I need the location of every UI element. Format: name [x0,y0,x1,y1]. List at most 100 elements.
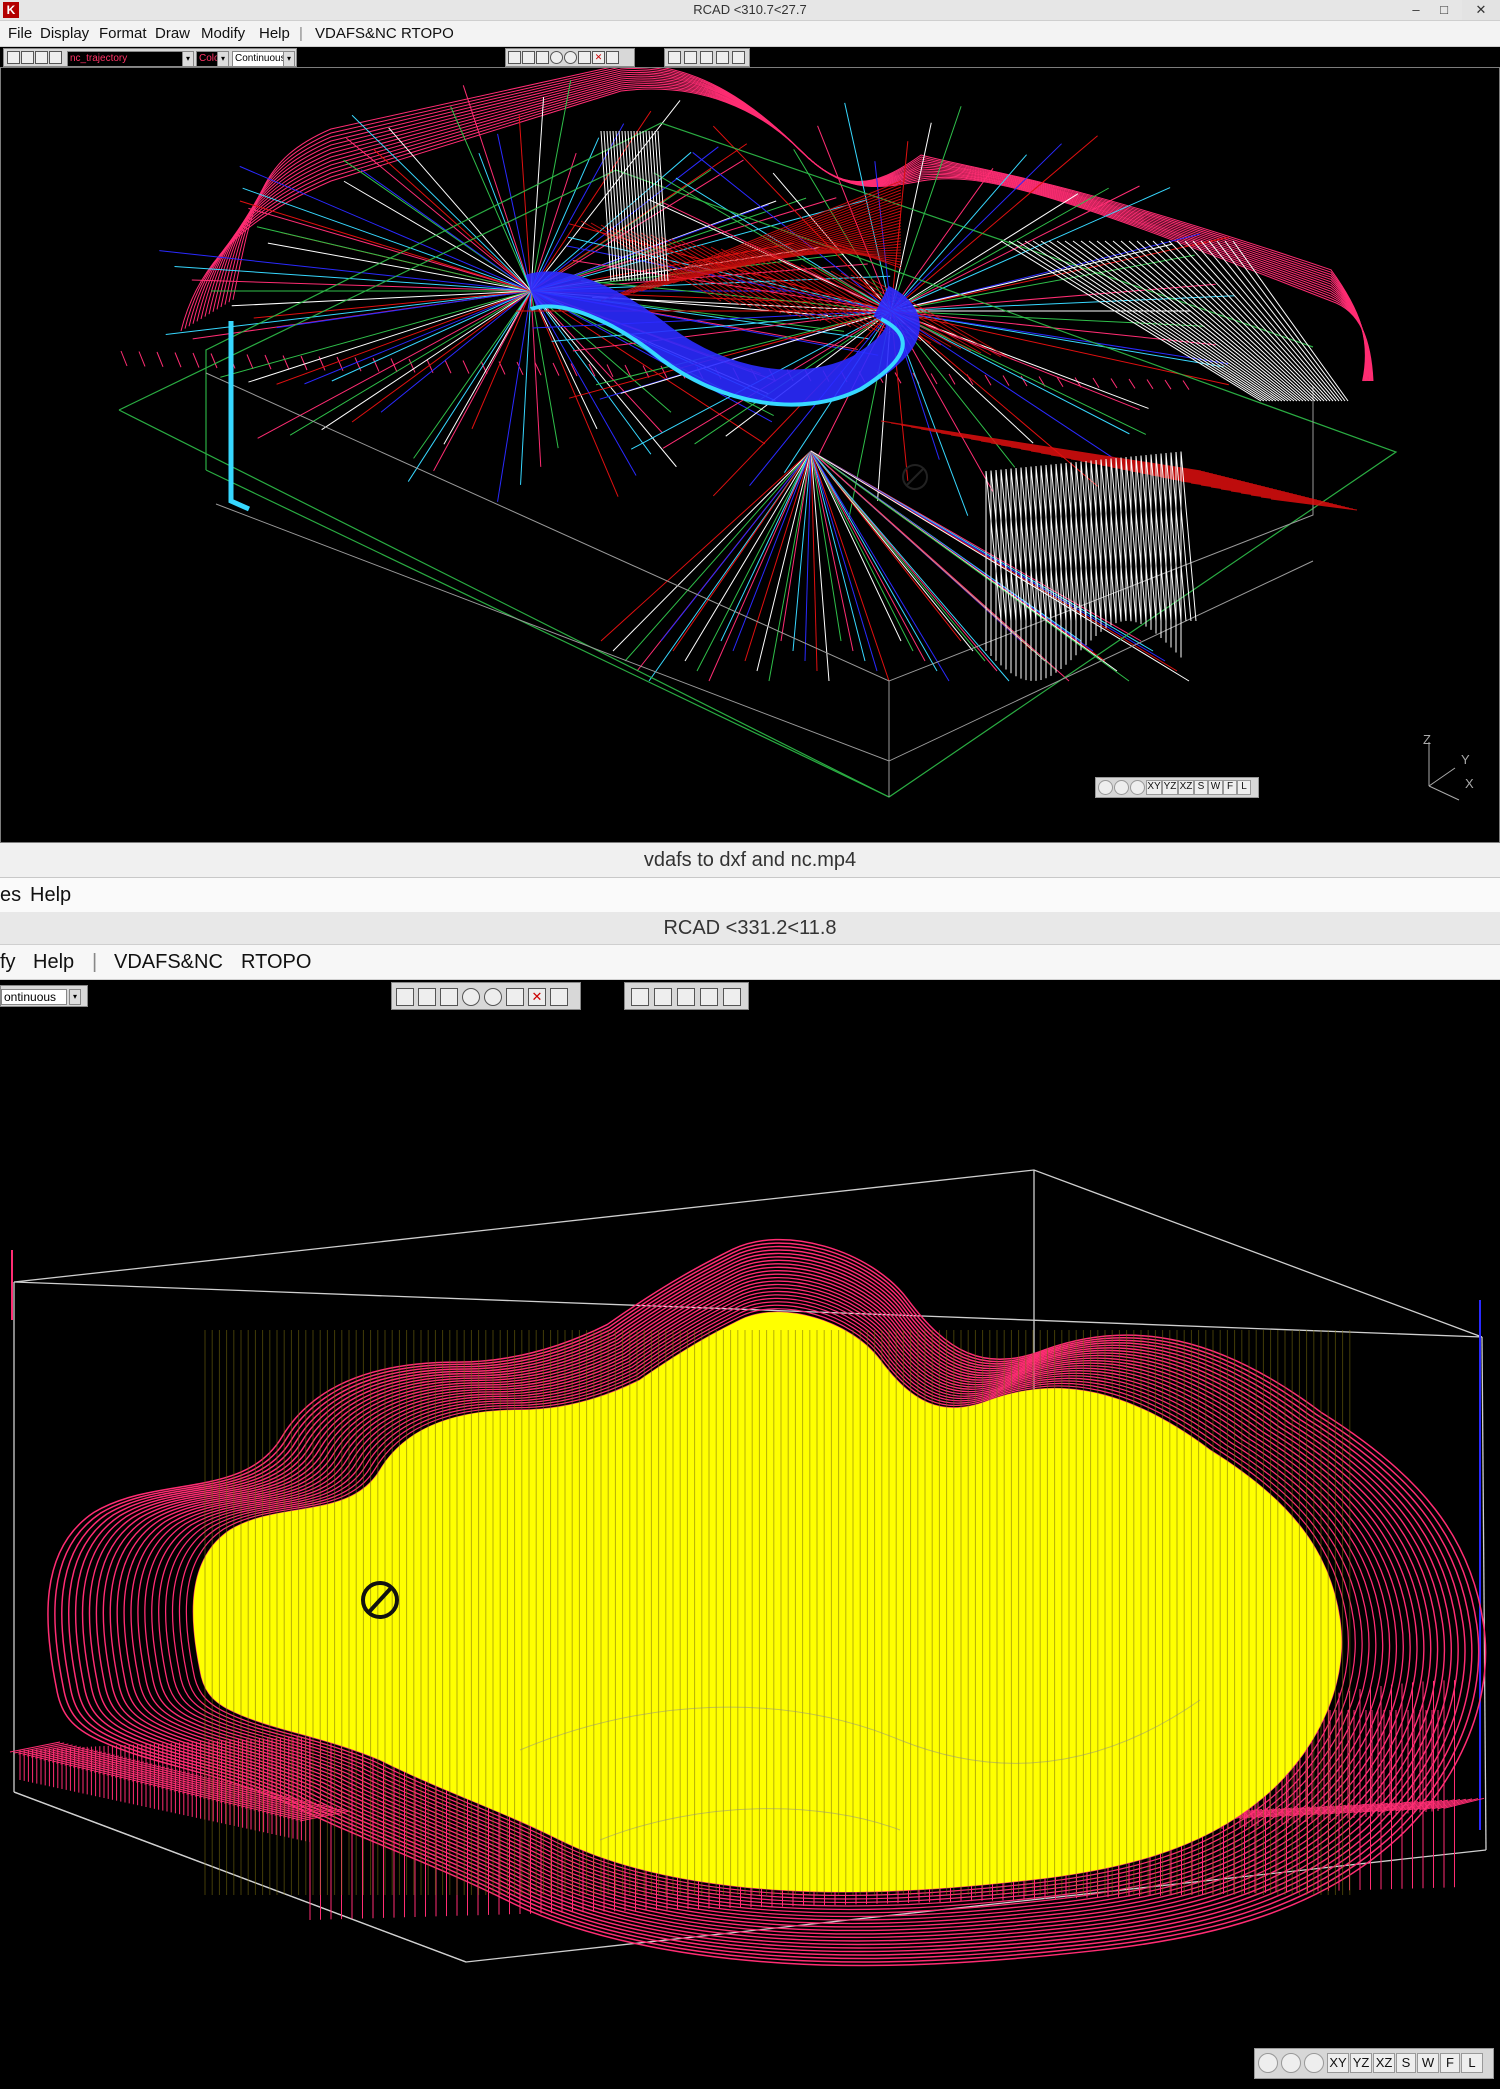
close-button[interactable]: ✕ [1462,0,1500,20]
layer-field[interactable]: nc_trajectory [67,51,183,67]
window1-menubar: File Display Format Draw Modify Help | V… [0,21,1500,47]
toolpath-wireframe-top [1,68,1499,842]
maximize-button[interactable]: □ [1430,0,1458,20]
view-xy-2-button[interactable]: XY [1327,2053,1349,2073]
linetype-dropdown-icon[interactable]: ▾ [283,51,295,67]
circle-center-tool-2-icon[interactable] [462,988,480,1006]
menu-display[interactable]: Display [40,25,89,42]
fit-button[interactable]: F [1223,780,1237,795]
menu-rtopo-2[interactable]: RTOPO [241,951,311,974]
shade-2-button[interactable]: S [1396,2053,1416,2073]
zoom-out-icon[interactable] [1098,780,1113,795]
layer-stack-2-icon[interactable] [723,988,741,1006]
window2-toolbar-row: ontinuous ▾ ✕ [0,980,1500,1010]
point-tool-2-icon[interactable] [440,988,458,1006]
window1-toolbar-row: nc_trajectory ▾ Color ▾ Continuous ▾ ✕ [0,47,1500,67]
window2-menubar: fy Help | VDAFS&NC RTOPO [0,945,1500,980]
window1-title: RCAD <310.7<27.7 [693,2,807,17]
arc-tool-2-icon[interactable] [506,988,524,1006]
viewport-bottom[interactable]: XY YZ XZ S W F L [0,1010,1500,2089]
save-icon[interactable] [35,51,48,64]
layers-2-icon[interactable] [631,988,649,1006]
circle-tool-2-icon[interactable] [484,988,502,1006]
minimize-button[interactable]: – [1402,0,1430,20]
window2-title: RCAD <331.2<11.8 [663,917,837,939]
zoom-out-2-icon[interactable] [1258,2053,1278,2073]
view-yz-button[interactable]: YZ [1162,780,1178,795]
menu-vdafs-nc-2[interactable]: VDAFS&NC [114,951,223,974]
snap-magnet-2-icon[interactable] [550,988,568,1006]
delete-tool-2-icon[interactable]: ✕ [528,988,546,1006]
color-field[interactable]: Color [196,51,223,67]
axis-x-label: X [1465,776,1474,791]
last-view-2-button[interactable]: L [1461,2053,1483,2073]
window1-titlebar: K RCAD <310.7<27.7 – □ ✕ [0,0,1500,21]
layers-toolbar-2 [624,982,749,1010]
draw-toolbar-2: ✕ [391,982,581,1010]
video-titlebar: vdafs to dxf and nc.mp4 [0,843,1500,878]
menu-help-2[interactable]: Help [33,951,74,974]
menu-rtopo[interactable]: RTOPO [401,25,454,42]
linetype-toolbar-2: ontinuous ▾ [0,985,88,1007]
light-bulb-2-icon[interactable] [700,988,718,1006]
snap-magnet-icon[interactable] [606,51,619,64]
background-menubar: es Help [0,878,1500,913]
surface-icon[interactable] [700,51,713,64]
view-toolbar-bottom: XY YZ XZ S W F L [1254,2048,1494,2079]
linetype-field-2[interactable]: ontinuous [1,989,67,1005]
print-icon[interactable] [49,51,62,64]
menu-draw[interactable]: Draw [155,25,190,42]
last-view-button[interactable]: L [1237,780,1251,795]
point-tool-icon[interactable] [536,51,549,64]
view-yz-2-button[interactable]: YZ [1350,2053,1372,2073]
wireframe-button[interactable]: W [1208,780,1223,795]
menu-file[interactable]: File [8,25,32,42]
linetype-field[interactable]: Continuous [232,51,286,67]
view-xz-button[interactable]: XZ [1178,780,1194,795]
video-title: vdafs to dxf and nc.mp4 [643,849,857,871]
open-file-icon[interactable] [21,51,34,64]
zoom-window-2-icon[interactable] [1304,2053,1324,2073]
menu-help[interactable]: Help [259,25,290,42]
layer-manager-icon[interactable] [684,51,697,64]
circle-center-tool-icon[interactable] [550,51,563,64]
layers-icon[interactable] [668,51,681,64]
color-dropdown-icon[interactable]: ▾ [217,51,229,67]
polyline-tool-icon[interactable] [522,51,535,64]
linetype-dropdown-2-icon[interactable]: ▾ [69,989,81,1005]
yellow-surface-wireframe [0,1010,1500,2089]
layer-dropdown-icon[interactable]: ▾ [182,51,194,67]
line-tool-2-icon[interactable] [396,988,414,1006]
layer-manager-2-icon[interactable] [654,988,672,1006]
menu-format[interactable]: Format [99,25,147,42]
zoom-in-2-icon[interactable] [1281,2053,1301,2073]
fit-2-button[interactable]: F [1440,2053,1460,2073]
zoom-in-icon[interactable] [1114,780,1129,795]
zoom-window-icon[interactable] [1130,780,1145,795]
view-xy-button[interactable]: XY [1146,780,1162,795]
layers-toolbar [664,48,750,67]
standard-toolbar: nc_trajectory ▾ Color ▾ Continuous ▾ [3,48,297,67]
line-tool-icon[interactable] [508,51,521,64]
window2-titlebar: RCAD <331.2<11.8 [0,912,1500,945]
polyline-tool-2-icon[interactable] [418,988,436,1006]
menu-modify-partial[interactable]: fy [0,951,16,974]
circle-tool-icon[interactable] [564,51,577,64]
wireframe-2-button[interactable]: W [1417,2053,1439,2073]
shade-button[interactable]: S [1194,780,1208,795]
light-bulb-icon[interactable] [716,51,729,64]
surface-2-icon[interactable] [677,988,695,1006]
delete-tool-icon[interactable]: ✕ [592,51,605,64]
new-file-icon[interactable] [7,51,20,64]
view-xz-2-button[interactable]: XZ [1373,2053,1395,2073]
axis-z-label: Z [1423,732,1431,747]
menu-partial-es[interactable]: es [0,884,21,907]
menu-vdafs-nc[interactable]: VDAFS&NC [315,25,397,42]
arc-tool-icon[interactable] [578,51,591,64]
menu-help-background[interactable]: Help [30,884,71,907]
menu-modify[interactable]: Modify [201,25,245,42]
menu-separator: | [299,25,303,42]
axis-y-label: Y [1461,752,1470,767]
layer-stack-icon[interactable] [732,51,745,64]
viewport-top[interactable]: XY YZ XZ S W F L Z Y X [0,67,1500,843]
